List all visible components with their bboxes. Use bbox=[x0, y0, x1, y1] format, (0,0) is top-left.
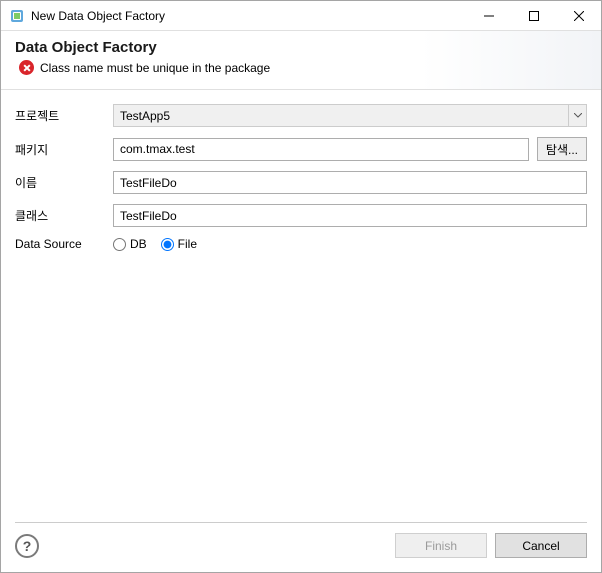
footer-buttons: Finish Cancel bbox=[395, 533, 587, 558]
package-label: 패키지 bbox=[15, 141, 105, 158]
radio-db-input[interactable] bbox=[113, 238, 126, 251]
divider-area bbox=[1, 512, 601, 523]
project-value: TestApp5 bbox=[120, 109, 170, 123]
error-icon bbox=[19, 60, 34, 75]
window-title: New Data Object Factory bbox=[31, 9, 466, 23]
finish-button[interactable]: Finish bbox=[395, 533, 487, 558]
titlebar: New Data Object Factory bbox=[1, 1, 601, 31]
dialog-window: New Data Object Factory Data Object Fact… bbox=[0, 0, 602, 573]
radio-db[interactable]: DB bbox=[113, 237, 147, 251]
project-dropdown[interactable]: TestApp5 bbox=[113, 104, 587, 127]
footer: ? Finish Cancel bbox=[1, 523, 601, 572]
error-message: Class name must be unique in the package bbox=[40, 61, 270, 75]
app-icon bbox=[9, 8, 25, 24]
maximize-button[interactable] bbox=[511, 1, 556, 30]
form-area: 프로젝트 TestApp5 패키지 탐색... 이름 클래스 Data Sour… bbox=[1, 90, 601, 267]
project-row: 프로젝트 TestApp5 bbox=[15, 104, 587, 127]
close-button[interactable] bbox=[556, 1, 601, 30]
help-button[interactable]: ? bbox=[15, 534, 39, 558]
error-row: Class name must be unique in the package bbox=[15, 60, 587, 75]
cancel-button[interactable]: Cancel bbox=[495, 533, 587, 558]
package-row: 패키지 탐색... bbox=[15, 137, 587, 161]
datasource-row: Data Source DB File bbox=[15, 237, 587, 251]
radio-db-label: DB bbox=[130, 237, 147, 251]
datasource-radio-group: DB File bbox=[113, 237, 197, 251]
window-controls bbox=[466, 1, 601, 30]
radio-file-input[interactable] bbox=[161, 238, 174, 251]
class-row: 클래스 bbox=[15, 204, 587, 227]
package-input[interactable] bbox=[113, 138, 529, 161]
minimize-button[interactable] bbox=[466, 1, 511, 30]
project-label: 프로젝트 bbox=[15, 107, 105, 124]
browse-button[interactable]: 탐색... bbox=[537, 137, 587, 161]
class-input[interactable] bbox=[113, 204, 587, 227]
radio-file[interactable]: File bbox=[161, 237, 197, 251]
name-row: 이름 bbox=[15, 171, 587, 194]
header-area: Data Object Factory Class name must be u… bbox=[1, 31, 601, 90]
chevron-down-icon bbox=[568, 105, 586, 126]
name-label: 이름 bbox=[15, 174, 105, 191]
datasource-label: Data Source bbox=[15, 237, 105, 251]
page-title: Data Object Factory bbox=[15, 39, 587, 56]
class-label: 클래스 bbox=[15, 207, 105, 224]
name-input[interactable] bbox=[113, 171, 587, 194]
radio-file-label: File bbox=[178, 237, 197, 251]
spacer bbox=[1, 267, 601, 512]
